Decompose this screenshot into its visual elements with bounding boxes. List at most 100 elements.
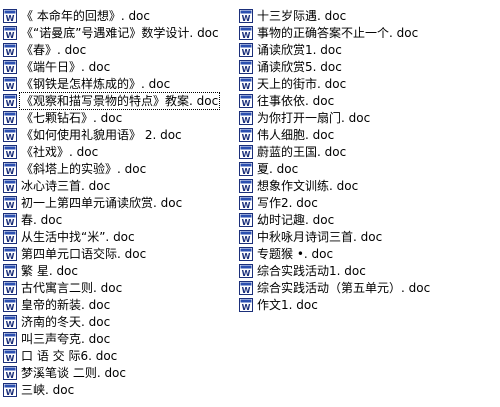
file-item[interactable]: W 《“诺曼底”号遇难记》数学设计. doc: [3, 24, 220, 41]
svg-text:W: W: [242, 133, 251, 142]
svg-text:W: W: [242, 235, 251, 244]
file-item[interactable]: W 为你打开一扇门. doc: [239, 109, 431, 126]
file-name: 春. doc: [21, 212, 63, 227]
file-item[interactable]: W 想象作文训练. doc: [239, 177, 431, 194]
word-document-icon: W: [3, 297, 17, 312]
file-name: 口 语 交 际6. doc: [21, 348, 118, 363]
svg-text:W: W: [242, 14, 251, 23]
file-name: 专题猴 •. doc: [257, 246, 334, 261]
svg-text:W: W: [242, 116, 251, 125]
file-name: 第四单元口语交际. doc: [21, 246, 147, 261]
word-document-icon: W: [3, 144, 17, 159]
file-item[interactable]: W 幼时记趣. doc: [239, 211, 431, 228]
file-name: 幼时记趣. doc: [257, 212, 335, 227]
word-document-icon: W: [3, 59, 17, 74]
file-item[interactable]: W 《 本命年的回想》. doc: [3, 7, 220, 24]
file-item[interactable]: W 《春》. doc: [3, 41, 220, 58]
file-item[interactable]: W 往事依依. doc: [239, 92, 431, 109]
file-name: 中秋咏月诗词三首. doc: [257, 229, 383, 244]
svg-text:W: W: [6, 48, 15, 57]
file-item[interactable]: W 叫三声夸克. doc: [3, 330, 220, 347]
file-item[interactable]: W 《社戏》. doc: [3, 143, 220, 160]
file-list-pane: W 《 本命年的回想》. doc W 《“诺曼底”号遇难记》数学设计. doc …: [0, 0, 500, 407]
file-column-left: W 《 本命年的回想》. doc W 《“诺曼底”号遇难记》数学设计. doc …: [3, 7, 221, 398]
word-document-icon: W: [239, 178, 253, 193]
word-document-icon: W: [3, 348, 17, 363]
word-document-icon: W: [3, 212, 17, 227]
file-item[interactable]: W 诵读欣赏1. doc: [239, 41, 431, 58]
file-item[interactable]: W 春. doc: [3, 211, 220, 228]
file-item[interactable]: W 综合实践活动1. doc: [239, 262, 431, 279]
file-item[interactable]: W 诵读欣赏5. doc: [239, 58, 431, 75]
svg-text:W: W: [6, 388, 15, 397]
file-name: 《钢铁是怎样炼成的》. doc: [21, 76, 171, 91]
svg-text:W: W: [242, 303, 251, 312]
file-item[interactable]: W 初一上第四单元诵读欣赏. doc: [3, 194, 220, 211]
file-item[interactable]: W 三峡. doc: [3, 381, 220, 398]
word-document-icon: W: [239, 59, 253, 74]
file-name: 《如何使用礼貌用语》 2. doc: [21, 127, 182, 142]
file-name: 《 本命年的回想》. doc: [21, 8, 151, 23]
svg-text:W: W: [6, 269, 15, 278]
file-item[interactable]: W 《观察和描写景物的特点》教案. doc: [3, 91, 221, 110]
svg-text:W: W: [242, 184, 251, 193]
file-item[interactable]: W 专题猴 •. doc: [239, 245, 431, 262]
file-item[interactable]: W 《端午日》. doc: [3, 58, 220, 75]
file-column-right: W 十三岁际遇. doc W 事物的正确答案不止一个. doc W 诵读欣赏1.…: [239, 7, 431, 313]
file-item[interactable]: W 蔚蓝的王国. doc: [239, 143, 431, 160]
svg-text:W: W: [6, 150, 15, 159]
word-document-icon: W: [239, 212, 253, 227]
file-item[interactable]: W 写作2. doc: [239, 194, 431, 211]
file-item[interactable]: W 繁 星. doc: [3, 262, 220, 279]
file-item[interactable]: W 梦溪笔谈 二则. doc: [3, 364, 220, 381]
file-name: 综合实践活动1. doc: [257, 263, 366, 278]
svg-text:W: W: [6, 371, 15, 380]
file-item[interactable]: W 夏. doc: [239, 160, 431, 177]
file-item[interactable]: W 《钢铁是怎样炼成的》. doc: [3, 75, 220, 92]
svg-text:W: W: [6, 167, 15, 176]
file-item[interactable]: W 古代寓言二则. doc: [3, 279, 220, 296]
svg-text:W: W: [6, 337, 15, 346]
word-document-icon: W: [3, 382, 17, 397]
file-item[interactable]: W 第四单元口语交际. doc: [3, 245, 220, 262]
word-document-icon: W: [239, 229, 253, 244]
file-item[interactable]: W 综合实践活动（第五单元）. doc: [239, 279, 431, 296]
file-item[interactable]: W 天上的街市. doc: [239, 75, 431, 92]
file-item[interactable]: W 从生活中找“米”. doc: [3, 228, 220, 245]
svg-text:W: W: [6, 218, 15, 227]
word-document-icon: W: [3, 76, 17, 91]
file-name: 事物的正确答案不止一个. doc: [257, 25, 419, 40]
file-item[interactable]: W 《如何使用礼貌用语》 2. doc: [3, 126, 220, 143]
file-item[interactable]: W 《七颗钻石》. doc: [3, 109, 220, 126]
file-name: 从生活中找“米”. doc: [21, 229, 135, 244]
word-document-icon: W: [3, 178, 17, 193]
svg-text:W: W: [242, 167, 251, 176]
file-name: 夏. doc: [257, 161, 299, 176]
svg-text:W: W: [6, 320, 15, 329]
word-document-icon: W: [3, 25, 17, 40]
file-item[interactable]: W 冰心诗三首. doc: [3, 177, 220, 194]
file-item[interactable]: W 口 语 交 际6. doc: [3, 347, 220, 364]
word-document-icon: W: [3, 42, 17, 57]
file-item[interactable]: W 作文1. doc: [239, 296, 431, 313]
word-document-icon: W: [239, 76, 253, 91]
word-document-icon: W: [239, 8, 253, 23]
word-document-icon: W: [3, 8, 17, 23]
file-item[interactable]: W 伟人细胞. doc: [239, 126, 431, 143]
file-item[interactable]: W 济南的冬天. doc: [3, 313, 220, 330]
file-name: 古代寓言二则. doc: [21, 280, 123, 295]
file-item[interactable]: W 事物的正确答案不止一个. doc: [239, 24, 431, 41]
file-item[interactable]: W 十三岁际遇. doc: [239, 7, 431, 24]
file-name: 《社戏》. doc: [21, 144, 99, 159]
file-name: 冰心诗三首. doc: [21, 178, 111, 193]
file-name: 为你打开一扇门. doc: [257, 110, 371, 125]
file-item[interactable]: W 中秋咏月诗词三首. doc: [239, 228, 431, 245]
file-item[interactable]: W 《斜塔上的实验》. doc: [3, 160, 220, 177]
svg-text:W: W: [242, 252, 251, 261]
file-name: 写作2. doc: [257, 195, 318, 210]
word-document-icon: W: [239, 161, 253, 176]
file-name: 综合实践活动（第五单元）. doc: [257, 280, 431, 295]
file-item[interactable]: W 皇帝的新装. doc: [3, 296, 220, 313]
file-name: 三峡. doc: [21, 382, 75, 397]
file-name: 蔚蓝的王国. doc: [257, 144, 347, 159]
